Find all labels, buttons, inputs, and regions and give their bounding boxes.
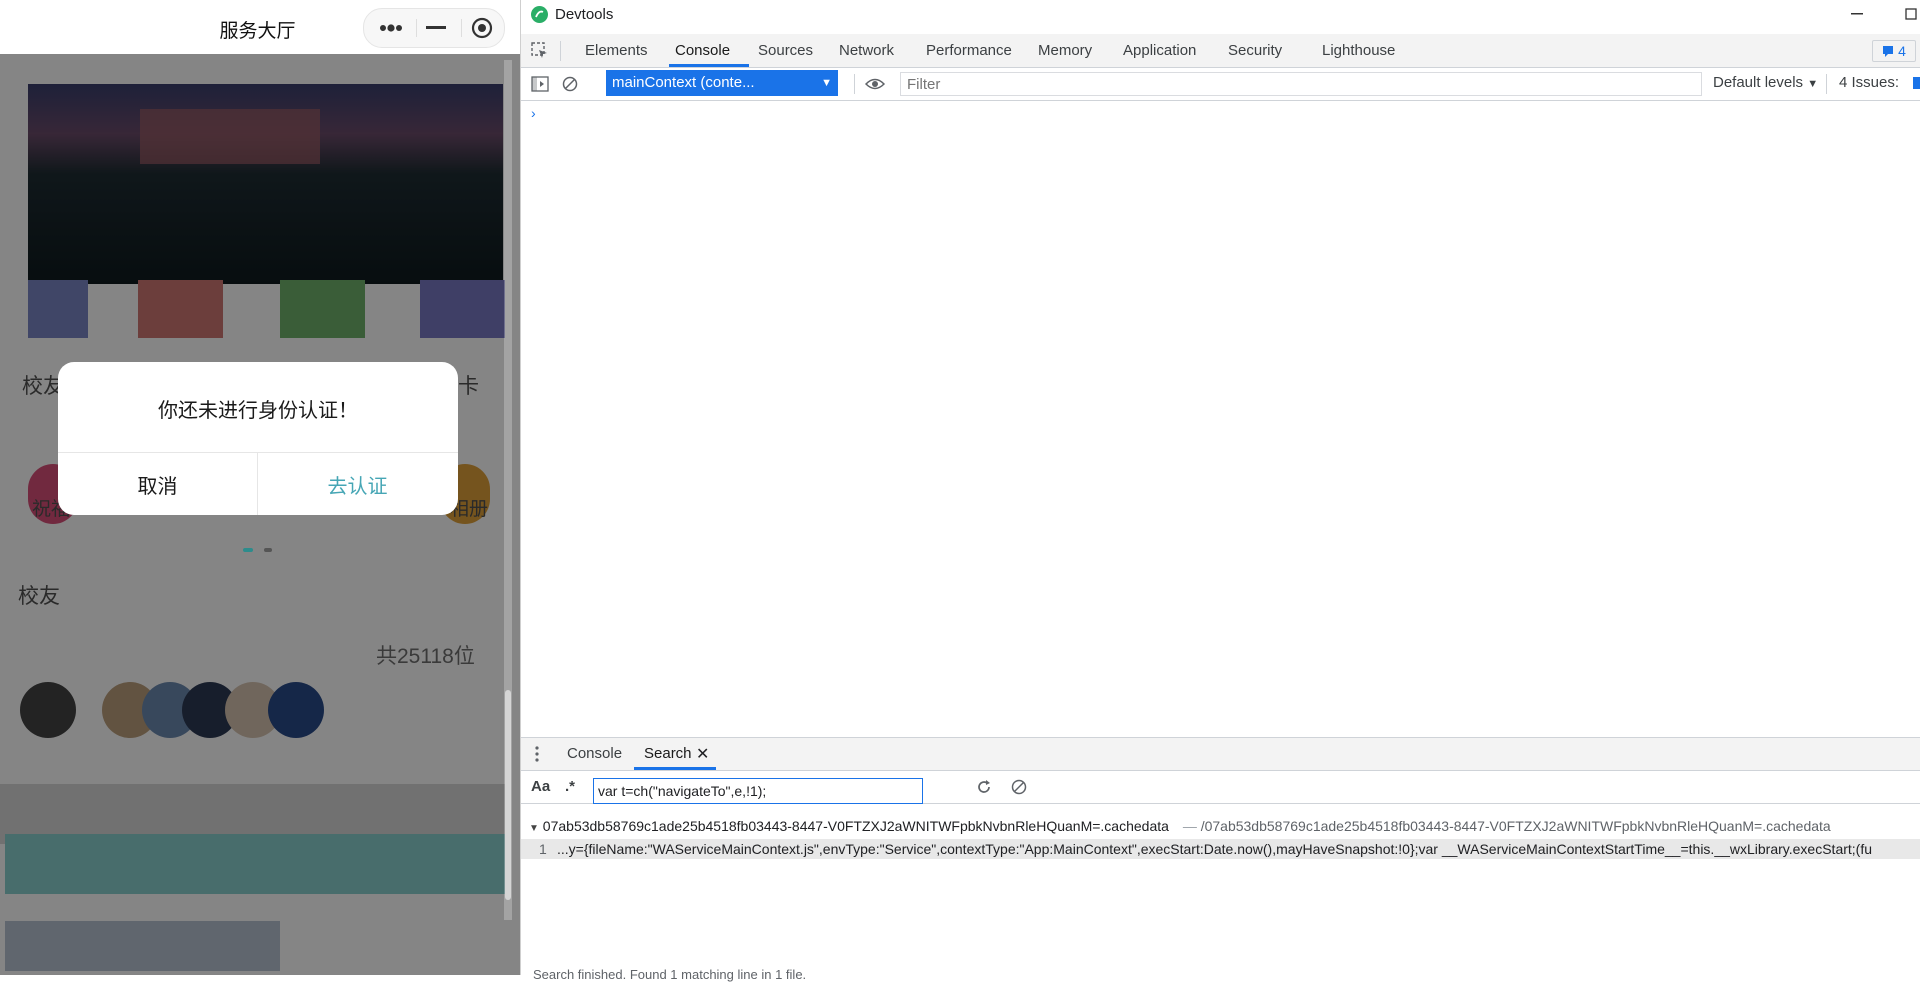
clear-search-icon[interactable]	[1008, 776, 1030, 798]
clear-console-icon[interactable]	[559, 73, 581, 95]
toolbar-divider	[854, 74, 855, 94]
result-line-number: 1	[539, 841, 547, 857]
search-query-input[interactable]	[593, 778, 923, 804]
drawer-menu-icon[interactable]	[531, 744, 543, 764]
console-filter-input[interactable]	[900, 72, 1702, 96]
result-file-name: 07ab53db58769c1ade25b4518fb03443-8447-V0…	[542, 818, 1169, 834]
messages-count: 4	[1898, 43, 1906, 59]
mini-program-panel: 校友 卡 祝福 相册 校友 共25118位 服务大厅 你还未进行身份认证！ 取消…	[0, 0, 521, 975]
alumni-count[interactable]: 共25118位	[376, 640, 475, 670]
nav-bar: 服务大厅	[0, 0, 520, 54]
devtools-window: Devtools Elements Console Sources Networ…	[521, 0, 1920, 982]
live-expression-eye-icon[interactable]	[863, 73, 887, 95]
auth-dialog: 你还未进行身份认证！ 取消 去认证	[58, 362, 458, 515]
tab-lighthouse[interactable]: Lighthouse	[1322, 34, 1395, 67]
window-maximize-icon[interactable]	[1904, 6, 1918, 22]
verify-button[interactable]: 去认证	[258, 453, 457, 515]
chevron-down-icon: ▼	[821, 77, 832, 89]
tab-network[interactable]: Network	[839, 34, 894, 67]
console-prompt-icon[interactable]: ›	[531, 105, 536, 121]
more-dots-icon[interactable]	[369, 9, 413, 47]
record-circle-icon[interactable]	[460, 9, 504, 47]
result-line-text: ...y={fileName:"WAServiceMainContext.js"…	[557, 841, 1873, 857]
page-scrollbar-thumb[interactable]	[505, 690, 511, 900]
tab-memory[interactable]: Memory	[1038, 34, 1092, 67]
window-minimize-icon[interactable]	[1849, 6, 1865, 22]
console-toolbar: mainContext (conte... ▼ Default levels ▼…	[521, 68, 1920, 101]
console-output[interactable]: ›	[521, 101, 1920, 736]
minimize-icon[interactable]	[414, 9, 458, 47]
regex-toggle[interactable]: .*	[565, 778, 575, 795]
drawer-tab-bar: Console Search ✕	[521, 738, 1920, 771]
context-selector[interactable]: mainContext (conte... ▼	[606, 70, 838, 96]
toolbar-divider	[1826, 74, 1827, 94]
drawer-panel: Console Search ✕ Aa .* ▼ 07ab53db58769c1…	[521, 737, 1920, 982]
active-drawer-tab-indicator	[634, 767, 716, 770]
context-selector-value: mainContext (conte...	[612, 74, 755, 91]
sidebar-toggle-icon[interactable]	[529, 73, 551, 95]
swiper-dot	[264, 548, 272, 552]
expand-triangle-icon[interactable]: ▼	[529, 823, 539, 834]
tab-elements[interactable]: Elements	[585, 34, 648, 67]
tab-console[interactable]: Console	[675, 34, 730, 67]
alumni-section-title: 校友	[18, 585, 60, 608]
active-tab-indicator	[669, 64, 749, 67]
inspect-element-icon[interactable]	[529, 40, 551, 62]
match-case-toggle[interactable]: Aa	[531, 778, 550, 795]
tab-security[interactable]: Security	[1228, 34, 1282, 67]
swiper-dot-active	[243, 548, 253, 552]
message-icon	[1883, 46, 1894, 57]
dialog-message: 你还未进行身份认证！	[158, 400, 358, 422]
wechat-devtools-logo-icon	[531, 6, 548, 23]
drawer-tab-search[interactable]: Search	[644, 738, 692, 770]
close-icon[interactable]: ✕	[696, 744, 709, 764]
issues-button[interactable]: 4 Issues:	[1839, 74, 1899, 91]
result-path-separator: —	[1182, 818, 1197, 834]
search-result-file[interactable]: ▼ 07ab53db58769c1ade25b4518fb03443-8447-…	[529, 818, 1831, 834]
chevron-down-icon: ▼	[1807, 78, 1819, 90]
messages-badge[interactable]: 4	[1872, 40, 1916, 62]
tab-divider	[560, 41, 561, 61]
tab-application[interactable]: Application	[1123, 34, 1196, 67]
log-levels-dropdown[interactable]: Default levels ▼	[1713, 74, 1818, 91]
cancel-button[interactable]: 取消	[58, 453, 257, 515]
capsule-menu	[363, 8, 505, 48]
tab-performance[interactable]: Performance	[926, 34, 1012, 67]
result-file-path: /07ab53db58769c1ade25b4518fb03443-8447-V…	[1200, 818, 1831, 834]
devtools-titlebar: Devtools	[521, 0, 1920, 30]
issues-icon	[1913, 77, 1920, 89]
drawer-tab-console[interactable]: Console	[567, 738, 622, 770]
devtools-tab-bar: Elements Console Sources Network Perform…	[521, 34, 1920, 68]
log-levels-label: Default levels	[1713, 74, 1804, 91]
refresh-icon[interactable]	[973, 776, 995, 798]
search-result-line[interactable]: 1 ...y={fileName:"WAServiceMainContext.j…	[521, 839, 1920, 859]
grid-label-card: 卡	[458, 375, 479, 398]
window-title: Devtools	[555, 6, 614, 23]
tab-sources[interactable]: Sources	[758, 34, 813, 67]
